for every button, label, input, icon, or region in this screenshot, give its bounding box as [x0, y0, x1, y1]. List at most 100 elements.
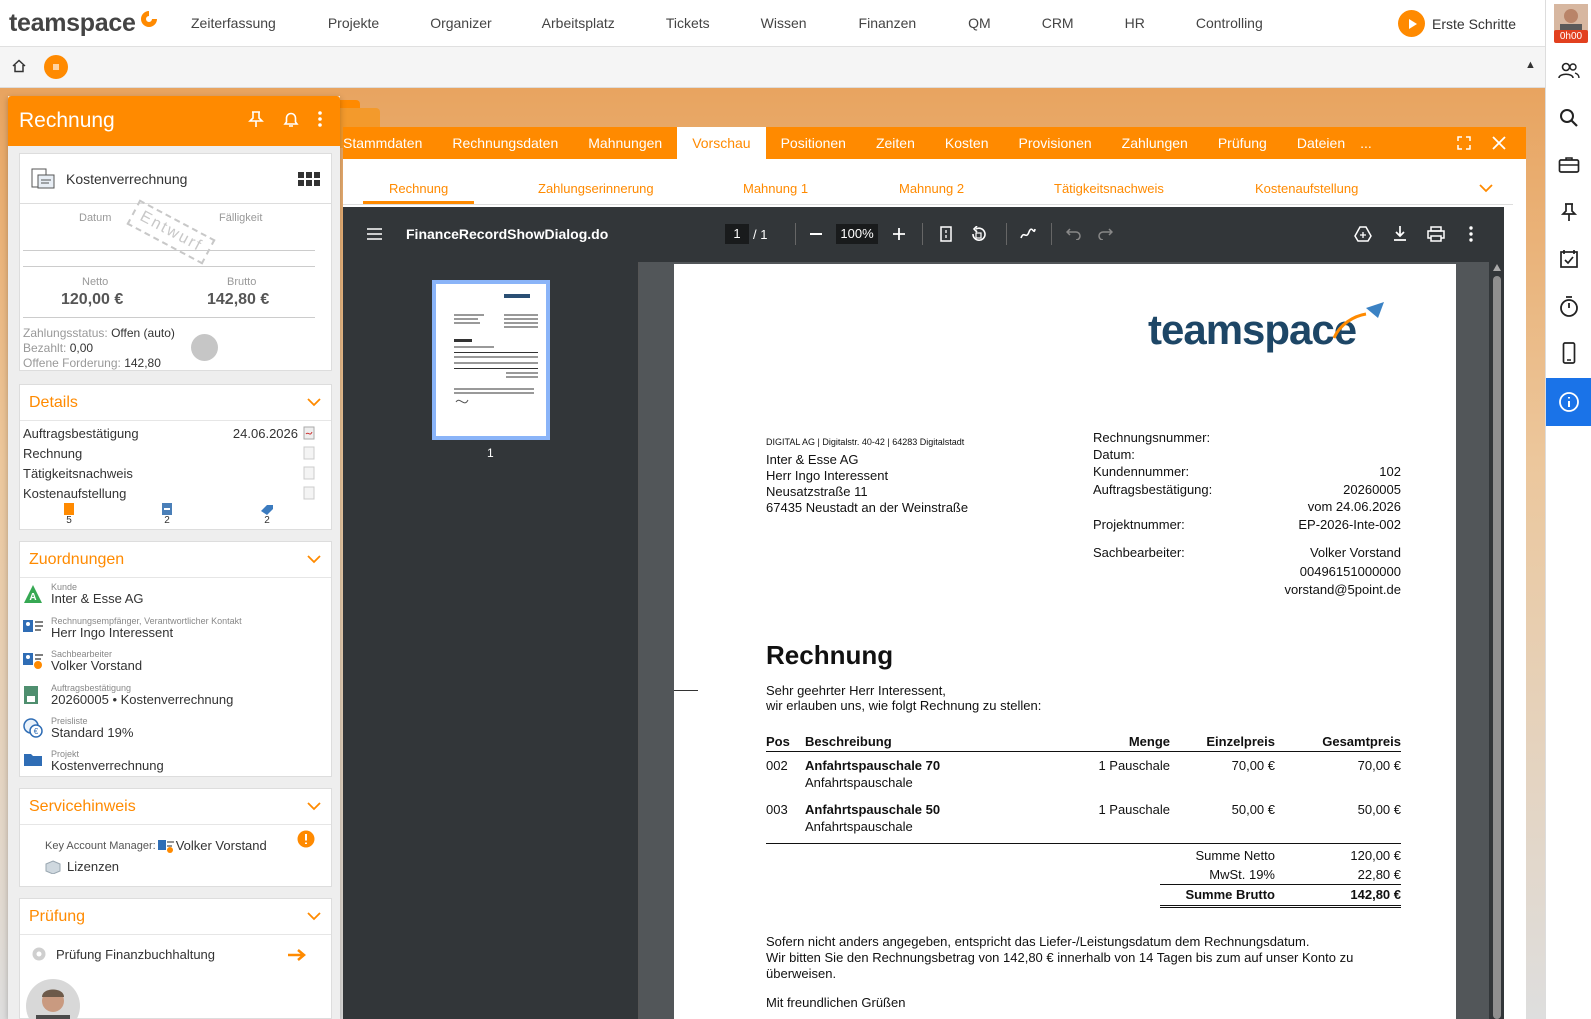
- pin-icon[interactable]: [1546, 189, 1591, 235]
- tab-positionen[interactable]: Positionen: [766, 127, 861, 159]
- teamspace-logo[interactable]: teamspace: [9, 9, 169, 38]
- auftrag-item[interactable]: Auftragsbestätigung 20260005 • Kostenverr…: [23, 683, 233, 707]
- preisliste-item[interactable]: € Preisliste Standard 19%: [23, 716, 133, 740]
- more-vertical-icon[interactable]: [318, 110, 322, 128]
- zuordnungen-header[interactable]: Zuordnungen: [20, 542, 331, 578]
- nav-projekte[interactable]: Projekte: [328, 15, 379, 31]
- arrow-right-icon[interactable]: [288, 949, 308, 961]
- chevron-down-icon[interactable]: [307, 398, 321, 407]
- pdf-icon[interactable]: [303, 446, 315, 460]
- chevron-down-icon[interactable]: [1479, 184, 1493, 193]
- details-row[interactable]: Kostenaufstellung: [23, 483, 315, 503]
- details-header[interactable]: Details: [20, 385, 331, 421]
- fit-page-icon[interactable]: [940, 226, 952, 242]
- home-icon[interactable]: [12, 59, 26, 73]
- nav-tickets[interactable]: Tickets: [666, 15, 710, 31]
- pdf-icon[interactable]: [303, 426, 315, 440]
- nav-qm[interactable]: QM: [968, 15, 991, 31]
- reviewer-avatar[interactable]: [26, 979, 80, 1019]
- zoom-in-icon[interactable]: [893, 228, 905, 240]
- checklist-icon[interactable]: [1546, 236, 1591, 282]
- pruefung-header[interactable]: Prüfung: [20, 899, 331, 935]
- bell-icon[interactable]: [282, 110, 300, 128]
- sidebar-toggle-icon[interactable]: [367, 228, 382, 240]
- briefcase-icon[interactable]: [1546, 142, 1591, 188]
- nav-organizer[interactable]: Organizer: [430, 15, 491, 31]
- tags-count[interactable]: 2: [260, 503, 274, 526]
- tab-more[interactable]: ...: [1360, 127, 1387, 159]
- nav-zeiterfassung[interactable]: Zeiterfassung: [191, 15, 276, 31]
- subtab-rechnung[interactable]: Rechnung: [362, 181, 475, 204]
- subtab-mahnung-2[interactable]: Mahnung 2: [899, 181, 964, 196]
- info-icon[interactable]: [1546, 378, 1591, 426]
- col-beschreibung: Beschreibung: [805, 734, 892, 749]
- zoom-out-icon[interactable]: [810, 233, 822, 235]
- stopwatch-icon[interactable]: [1546, 283, 1591, 329]
- tab-zeiten[interactable]: Zeiten: [861, 127, 930, 159]
- erste-schritte-button[interactable]: Erste Schritte: [1398, 10, 1516, 37]
- pin-icon[interactable]: [248, 110, 264, 128]
- files-count[interactable]: 2: [162, 503, 172, 526]
- pdf-scrollbar[interactable]: [1489, 262, 1504, 1019]
- more-vertical-icon[interactable]: [1469, 226, 1473, 242]
- menu-round-button[interactable]: [44, 55, 68, 79]
- subtab-taetigkeitsnachweis[interactable]: Tätigkeitsnachweis: [1054, 181, 1164, 196]
- nav-arbeitsplatz[interactable]: Arbeitsplatz: [542, 15, 615, 31]
- search-icon[interactable]: [1546, 95, 1591, 141]
- tab-zahlungen[interactable]: Zahlungen: [1107, 127, 1203, 159]
- tab-mahnungen[interactable]: Mahnungen: [573, 127, 677, 159]
- rotate-icon[interactable]: [969, 226, 987, 243]
- nav-wissen[interactable]: Wissen: [761, 15, 807, 31]
- print-icon[interactable]: [1427, 226, 1445, 242]
- nav-controlling[interactable]: Controlling: [1196, 15, 1263, 31]
- chevron-down-icon[interactable]: [307, 912, 321, 921]
- tab-vorschau[interactable]: Vorschau: [677, 127, 766, 159]
- nav-hr[interactable]: HR: [1125, 15, 1145, 31]
- documents-count[interactable]: 5: [64, 503, 74, 526]
- pdf-filename: FinanceRecordShowDialog.do: [406, 226, 609, 242]
- details-row[interactable]: Tätigkeitsnachweis: [23, 463, 315, 483]
- pdf-icon[interactable]: [303, 486, 315, 500]
- chevron-down-icon[interactable]: [307, 555, 321, 564]
- scrollbar-thumb[interactable]: [1493, 276, 1501, 1019]
- kunde-item[interactable]: A Kunde Inter & Esse AG: [23, 582, 144, 606]
- pruefung-item[interactable]: Prüfung Finanzbuchhaltung: [31, 946, 215, 962]
- redo-icon[interactable]: [1098, 228, 1113, 240]
- projekt-item[interactable]: Projekt Kostenverrechnung: [23, 749, 164, 773]
- pdf-icon[interactable]: [303, 466, 315, 480]
- kam-value[interactable]: Volker Vorstand: [176, 838, 267, 853]
- subtab-zahlungserinnerung[interactable]: Zahlungserinnerung: [538, 181, 654, 196]
- nav-crm[interactable]: CRM: [1042, 15, 1074, 31]
- fullscreen-icon[interactable]: [1457, 136, 1471, 150]
- tab-stammdaten[interactable]: Stammdaten: [343, 127, 437, 159]
- user-avatar[interactable]: 0h00: [1554, 4, 1588, 43]
- grid-icon[interactable]: [298, 172, 320, 187]
- tab-rechnungsdaten[interactable]: Rechnungsdaten: [437, 127, 573, 159]
- lizenzen-row[interactable]: Lizenzen: [45, 859, 119, 874]
- tab-dateien[interactable]: Dateien: [1282, 127, 1360, 159]
- tab-kosten[interactable]: Kosten: [930, 127, 1004, 159]
- annotate-icon[interactable]: [1020, 226, 1036, 242]
- drive-icon[interactable]: [1354, 226, 1372, 242]
- tab-provisionen[interactable]: Provisionen: [1003, 127, 1106, 159]
- details-row[interactable]: Rechnung: [23, 443, 315, 463]
- empfaenger-item[interactable]: Rechnungsempfänger, Verantwortlicher Kon…: [23, 616, 242, 640]
- subtab-kostenaufstellung[interactable]: Kostenaufstellung: [1255, 181, 1358, 196]
- page-thumbnail[interactable]: [432, 280, 550, 440]
- mobile-icon[interactable]: [1546, 330, 1591, 376]
- sachbearbeiter-item[interactable]: Sachbearbeiter Volker Vorstand: [23, 649, 142, 673]
- servicehinweis-header[interactable]: Servicehinweis: [20, 789, 331, 825]
- download-icon[interactable]: [1393, 226, 1407, 242]
- contacts-icon[interactable]: [1546, 48, 1591, 94]
- details-row[interactable]: Auftragsbestätigung 24.06.2026: [23, 423, 315, 443]
- subtab-mahnung-1[interactable]: Mahnung 1: [743, 181, 808, 196]
- page-number-input[interactable]: 1: [725, 224, 749, 244]
- close-icon[interactable]: [1492, 136, 1506, 150]
- chevron-down-icon[interactable]: [307, 802, 321, 811]
- undo-icon[interactable]: [1066, 228, 1081, 240]
- tab-pruefung[interactable]: Prüfung: [1203, 127, 1282, 159]
- nav-finanzen[interactable]: Finanzen: [859, 15, 917, 31]
- zoom-input[interactable]: 100%: [836, 224, 878, 244]
- collapse-up-icon[interactable]: ▲: [1525, 59, 1536, 71]
- scroll-up-icon[interactable]: [1493, 264, 1501, 271]
